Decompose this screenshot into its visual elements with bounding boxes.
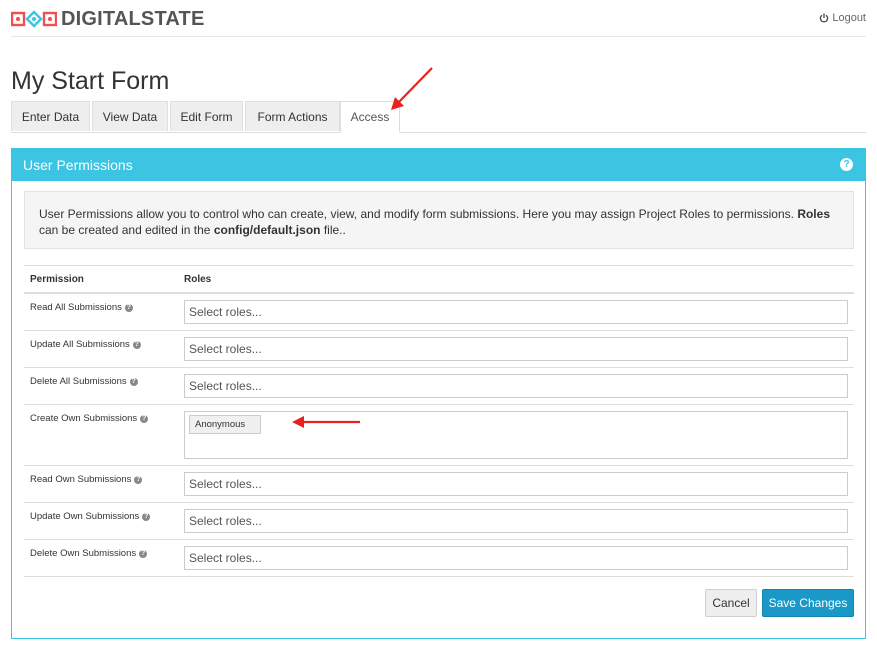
arrow-to-access-tab [391, 67, 433, 110]
annotation-arrows [292, 67, 433, 428]
arrow-to-anonymous-role [292, 416, 360, 428]
